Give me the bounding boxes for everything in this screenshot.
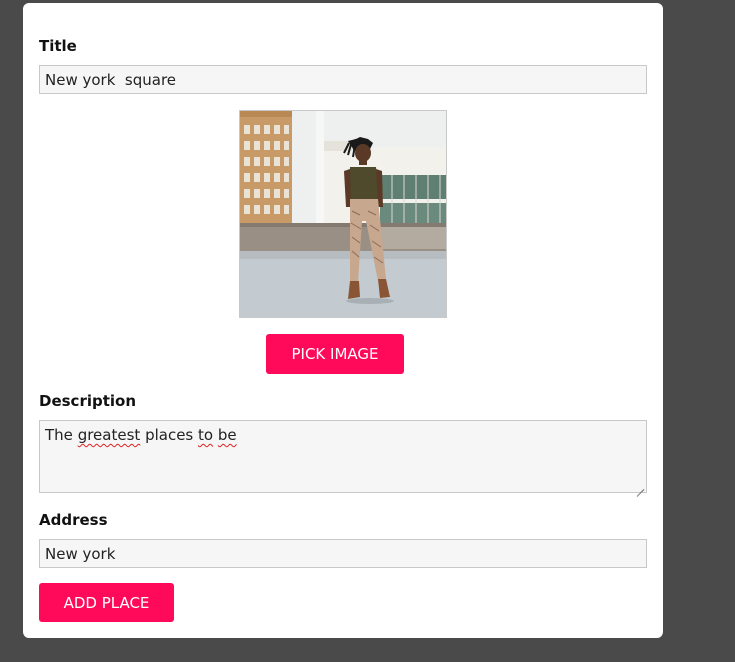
title-input[interactable] [39, 65, 647, 94]
image-preview [239, 110, 447, 318]
title-label: Title [39, 37, 77, 55]
description-word: The [45, 426, 73, 444]
add-place-form-card: Title New york square PICK IMAGE Descrip… [23, 3, 663, 638]
address-input[interactable] [39, 539, 647, 568]
address-label: Address [39, 511, 108, 529]
pick-image-button[interactable]: PICK IMAGE [266, 334, 404, 374]
description-word-misspelled: greatest [77, 426, 141, 444]
description-label: Description [39, 392, 137, 410]
photo-person-rooftop-image [240, 111, 446, 317]
resize-grip-icon[interactable] [636, 482, 644, 490]
description-word: places [145, 426, 194, 444]
description-textarea[interactable]: The greatest places to be [39, 420, 647, 493]
description-word-misspelled: be [217, 426, 237, 444]
description-word-misspelled: to [198, 426, 214, 444]
add-place-button[interactable]: ADD PLACE [39, 583, 174, 622]
